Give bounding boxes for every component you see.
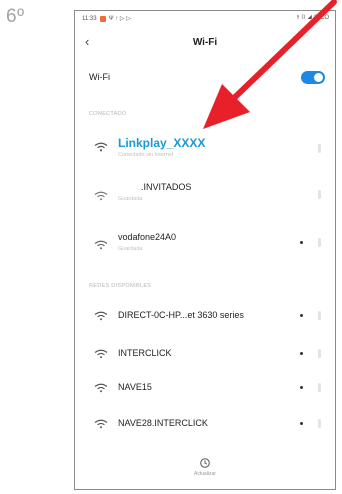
network-row-linkplay[interactable]: Linkplay_XXXX Conectado sin Internet bbox=[75, 135, 335, 163]
network-status: Conectado sin Internet bbox=[118, 152, 174, 158]
page-title: Wi-Fi bbox=[192, 37, 218, 48]
network-details-icon[interactable] bbox=[318, 144, 321, 153]
wifi-toggle-label: Wi-Fi bbox=[89, 72, 110, 82]
network-details-icon[interactable] bbox=[318, 383, 321, 392]
wifi-signal-icon bbox=[94, 311, 108, 321]
lock-icon bbox=[300, 386, 303, 389]
wifi-signal-icon bbox=[94, 419, 108, 429]
network-status: Guardada bbox=[118, 196, 143, 202]
network-row-nave28[interactable]: NAVE28.INTERCLICK bbox=[75, 413, 335, 441]
network-name: DIRECT-0C-HP...et 3630 series bbox=[118, 310, 244, 320]
app-notification-icon bbox=[99, 15, 106, 22]
network-details-icon[interactable] bbox=[318, 238, 321, 247]
network-row-nave15[interactable]: NAVE15 bbox=[75, 377, 335, 405]
refresh-label: Actualizar bbox=[194, 471, 216, 477]
network-name: NAVE15 bbox=[118, 382, 152, 392]
network-row-interclick[interactable]: INTERCLICK bbox=[75, 343, 335, 371]
wifi-signal-icon bbox=[94, 191, 108, 201]
network-details-icon[interactable] bbox=[318, 190, 321, 199]
network-details-icon[interactable] bbox=[318, 349, 321, 358]
status-left-icons: Ψ ↑ ▷ ▷ bbox=[108, 16, 131, 22]
wifi-signal-icon bbox=[94, 349, 108, 359]
network-row-invitados[interactable]: .INVITADOS Guardada bbox=[75, 181, 335, 209]
network-details-icon[interactable] bbox=[318, 419, 321, 428]
section-label-available: REDES DISPONIBLES bbox=[89, 283, 152, 289]
section-label-connected: CONECTADO bbox=[89, 111, 127, 117]
status-time: 11:33 bbox=[82, 15, 97, 22]
step-number: 6º bbox=[6, 6, 25, 27]
wifi-signal-icon bbox=[94, 240, 108, 250]
nav-bar: ‹ Wi-Fi bbox=[75, 34, 335, 51]
network-status: Guardada bbox=[118, 246, 143, 252]
lock-icon bbox=[300, 422, 303, 425]
wifi-toggle-switch[interactable] bbox=[301, 71, 325, 84]
refresh-icon bbox=[200, 458, 210, 468]
wifi-toggle-row[interactable]: Wi-Fi bbox=[75, 70, 335, 86]
toggle-knob bbox=[314, 73, 323, 82]
network-row-direct-hp[interactable]: DIRECT-0C-HP...et 3630 series bbox=[75, 305, 335, 333]
status-right-icons: ⫯ ▯ ◢ ◉ CO bbox=[296, 15, 329, 21]
network-name: .INVITADOS bbox=[141, 182, 192, 192]
phone-screenshot: 11:33 Ψ ↑ ▷ ▷ ⫯ ▯ ◢ ◉ CO ‹ Wi-Fi Wi-Fi C… bbox=[74, 10, 336, 490]
network-name: NAVE28.INTERCLICK bbox=[118, 418, 208, 428]
network-row-vodafone[interactable]: vodafone24A0 Guardada bbox=[75, 231, 335, 259]
page: 6º 11:33 Ψ ↑ ▷ ▷ ⫯ ▯ ◢ ◉ CO ‹ Wi-Fi Wi-F… bbox=[0, 0, 342, 494]
network-name: Linkplay_XXXX bbox=[118, 136, 206, 150]
refresh-button[interactable]: Actualizar bbox=[75, 457, 335, 477]
network-name: INTERCLICK bbox=[118, 348, 172, 358]
network-details-icon[interactable] bbox=[318, 311, 321, 320]
wifi-signal-icon bbox=[94, 142, 108, 152]
lock-icon bbox=[300, 314, 303, 317]
lock-icon bbox=[300, 241, 303, 244]
status-bar: 11:33 Ψ ↑ ▷ ▷ ⫯ ▯ ◢ ◉ CO bbox=[75, 11, 335, 25]
network-name: vodafone24A0 bbox=[118, 232, 177, 242]
status-left: 11:33 Ψ ↑ ▷ ▷ bbox=[82, 15, 131, 22]
lock-icon bbox=[300, 352, 303, 355]
wifi-signal-icon bbox=[94, 383, 108, 393]
